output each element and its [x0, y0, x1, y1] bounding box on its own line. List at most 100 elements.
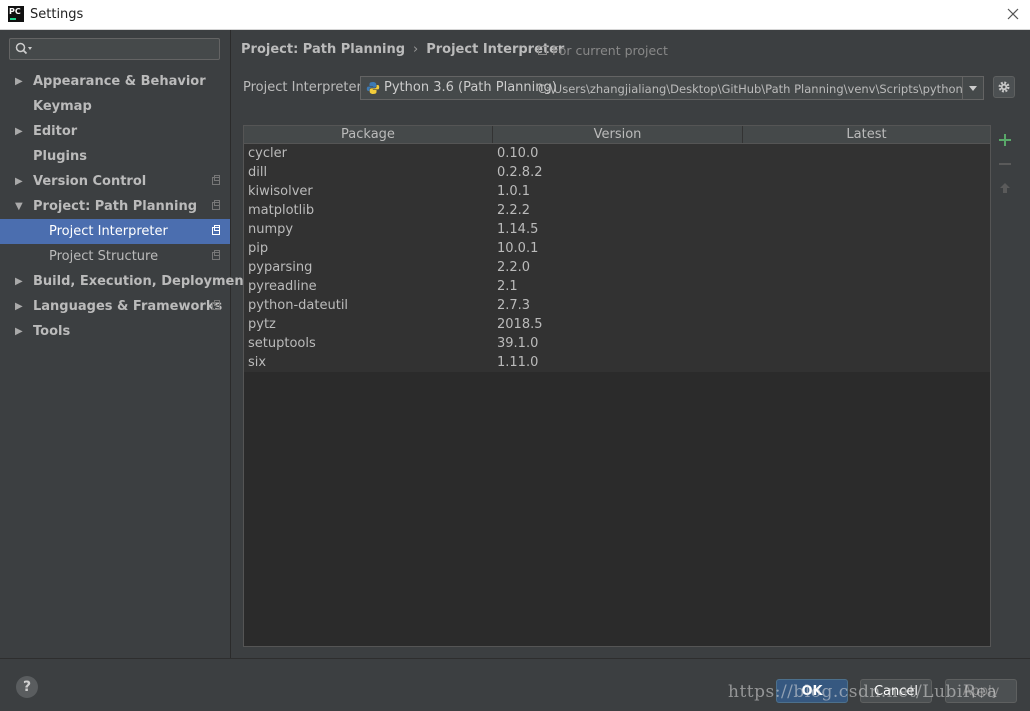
interpreter-dropdown[interactable]: Python 3.6 (Path Planning) C:\Users\zhan… — [360, 76, 984, 100]
interpreter-path: C:\Users\zhangjialiang\Desktop\GitHub\Pa… — [538, 82, 984, 96]
package-name: kiwisolver — [248, 184, 313, 199]
breadcrumb: Project: Path Planning › Project Interpret… — [241, 42, 564, 57]
sidebar-item-label: Plugins — [33, 149, 87, 164]
interpreter-settings-button[interactable] — [993, 76, 1015, 98]
package-version: 0.2.8.2 — [497, 165, 543, 180]
sidebar-item-label: Build, Execution, Deployment — [33, 274, 250, 289]
table-header: Package Version Latest — [244, 126, 990, 144]
help-button[interactable]: ? — [16, 676, 38, 698]
package-version: 2.2.0 — [497, 260, 531, 275]
window-title: Settings — [30, 7, 84, 22]
interpreter-name: Python 3.6 (Path Planning) — [384, 80, 557, 95]
sidebar-item-label: Appearance & Behavior — [33, 74, 206, 89]
close-icon[interactable] — [1004, 5, 1022, 23]
sidebar-item-label: Project Structure — [49, 249, 159, 264]
collapsed-arrow-icon[interactable]: ▶ — [15, 269, 25, 294]
search-input[interactable] — [9, 38, 220, 60]
package-name: six — [248, 355, 267, 370]
table-row[interactable]: numpy 1.14.5 — [244, 220, 990, 239]
app-icon-text: PC — [9, 7, 21, 16]
breadcrumb-separator: › — [413, 42, 419, 57]
package-name: setuptools — [248, 336, 316, 351]
package-version: 1.14.5 — [497, 222, 539, 237]
table-row[interactable]: setuptools 39.1.0 — [244, 334, 990, 353]
package-actions-toolbar — [991, 125, 1019, 647]
package-version: 0.10.0 — [497, 146, 539, 161]
sidebar-item-plugins[interactable]: Plugins — [0, 144, 230, 169]
project-scope-icon — [212, 250, 220, 260]
package-name: pyreadline — [248, 279, 317, 294]
sidebar-item-version-control[interactable]: ▶ Version Control — [0, 169, 230, 194]
breadcrumb-parent: Project: Path Planning — [241, 42, 406, 57]
watermark: https://blog.csdn.net/LubiRea — [728, 682, 998, 702]
sidebar-item-build-execution-deployment[interactable]: ▶ Build, Execution, Deployment — [0, 269, 250, 294]
settings-sidebar: ▶ Appearance & Behavior Keymap ▶ Editor Plugi… — [0, 30, 250, 658]
table-row[interactable]: pyparsing 2.2.0 — [244, 258, 990, 277]
project-scope-icon — [212, 200, 220, 210]
project-scope-icon — [212, 225, 220, 235]
package-version: 2.2.2 — [497, 203, 531, 218]
python-icon — [366, 82, 380, 94]
table-row[interactable]: six 1.11.0 — [244, 353, 990, 372]
table-row[interactable]: kiwisolver 1.0.1 — [244, 182, 990, 201]
title-bar: PC Settings — [0, 0, 1030, 30]
sidebar-item-project-interpreter[interactable]: Project Interpreter — [0, 219, 230, 244]
project-scope-icon — [538, 46, 547, 55]
collapsed-arrow-icon[interactable]: ▶ — [15, 319, 25, 344]
column-header-version[interactable]: Version — [493, 126, 743, 143]
sidebar-item-label: Keymap — [33, 99, 92, 114]
sidebar-item-languages-frameworks[interactable]: ▶ Languages & Frameworks — [0, 294, 230, 319]
arrow-up-icon[interactable] — [997, 180, 1013, 196]
project-scope-icon — [212, 300, 220, 310]
main-panel: Project: Path Planning › Project Interpret… — [231, 30, 1030, 658]
table-row[interactable]: pyreadline 2.1 — [244, 277, 990, 296]
packages-table: Package Version Latest cycler 0.10.0 dill 0… — [243, 125, 991, 647]
table-row[interactable]: pip 10.0.1 — [244, 239, 990, 258]
sidebar-item-project-structure[interactable]: Project Structure — [0, 244, 230, 269]
package-version: 2.1 — [497, 279, 518, 294]
sidebar-item-label: Languages & Frameworks — [33, 299, 223, 314]
package-name: cycler — [248, 146, 287, 161]
package-version: 2018.5 — [497, 317, 543, 332]
sidebar-item-tools[interactable]: ▶ Tools — [0, 319, 230, 344]
chevron-down-icon[interactable] — [962, 77, 983, 99]
plus-icon[interactable] — [997, 132, 1013, 148]
package-name: pyparsing — [248, 260, 313, 275]
table-row[interactable]: dill 0.2.8.2 — [244, 163, 990, 182]
table-row[interactable]: cycler 0.10.0 — [244, 144, 990, 163]
sidebar-item-label: Project: Path Planning — [33, 199, 198, 214]
package-version: 1.11.0 — [497, 355, 539, 370]
sidebar-item-keymap[interactable]: Keymap — [0, 94, 230, 119]
package-name: pip — [248, 241, 269, 256]
scope-note: For current project — [538, 43, 668, 58]
collapsed-arrow-icon[interactable]: ▶ — [15, 119, 25, 144]
collapsed-arrow-icon[interactable]: ▶ — [15, 169, 25, 194]
scope-note-text: For current project — [552, 43, 668, 58]
sidebar-item-label: Tools — [33, 324, 71, 339]
column-header-package[interactable]: Package — [244, 126, 493, 143]
collapsed-arrow-icon[interactable]: ▶ — [15, 69, 25, 94]
settings-tree: ▶ Appearance & Behavior Keymap ▶ Editor Plugi… — [0, 69, 250, 344]
package-version: 1.0.1 — [497, 184, 531, 199]
package-version: 2.7.3 — [497, 298, 531, 313]
table-row[interactable]: python-dateutil 2.7.3 — [244, 296, 990, 315]
sidebar-item-label: Editor — [33, 124, 78, 139]
package-name: matplotlib — [248, 203, 315, 218]
table-body: cycler 0.10.0 dill 0.2.8.2 kiwisolver 1.0.1 ma… — [244, 144, 990, 372]
package-name: dill — [248, 165, 268, 180]
sidebar-item-editor[interactable]: ▶ Editor — [0, 119, 230, 144]
expanded-arrow-icon[interactable]: ▼ — [15, 194, 25, 219]
minus-icon[interactable] — [997, 156, 1013, 172]
package-name: pytz — [248, 317, 276, 332]
sidebar-item-label: Version Control — [33, 174, 147, 189]
interpreter-label: Project Interpreter: — [243, 80, 367, 95]
collapsed-arrow-icon[interactable]: ▶ — [15, 294, 25, 319]
sidebar-item-appearance-behavior[interactable]: ▶ Appearance & Behavior — [0, 69, 230, 94]
package-name: python-dateutil — [248, 298, 349, 313]
sidebar-item-project-path-planning[interactable]: ▼ Project: Path Planning — [0, 194, 230, 219]
gear-icon — [998, 81, 1010, 93]
package-version: 10.0.1 — [497, 241, 539, 256]
table-row[interactable]: matplotlib 2.2.2 — [244, 201, 990, 220]
column-header-latest[interactable]: Latest — [743, 126, 990, 143]
table-row[interactable]: pytz 2018.5 — [244, 315, 990, 334]
